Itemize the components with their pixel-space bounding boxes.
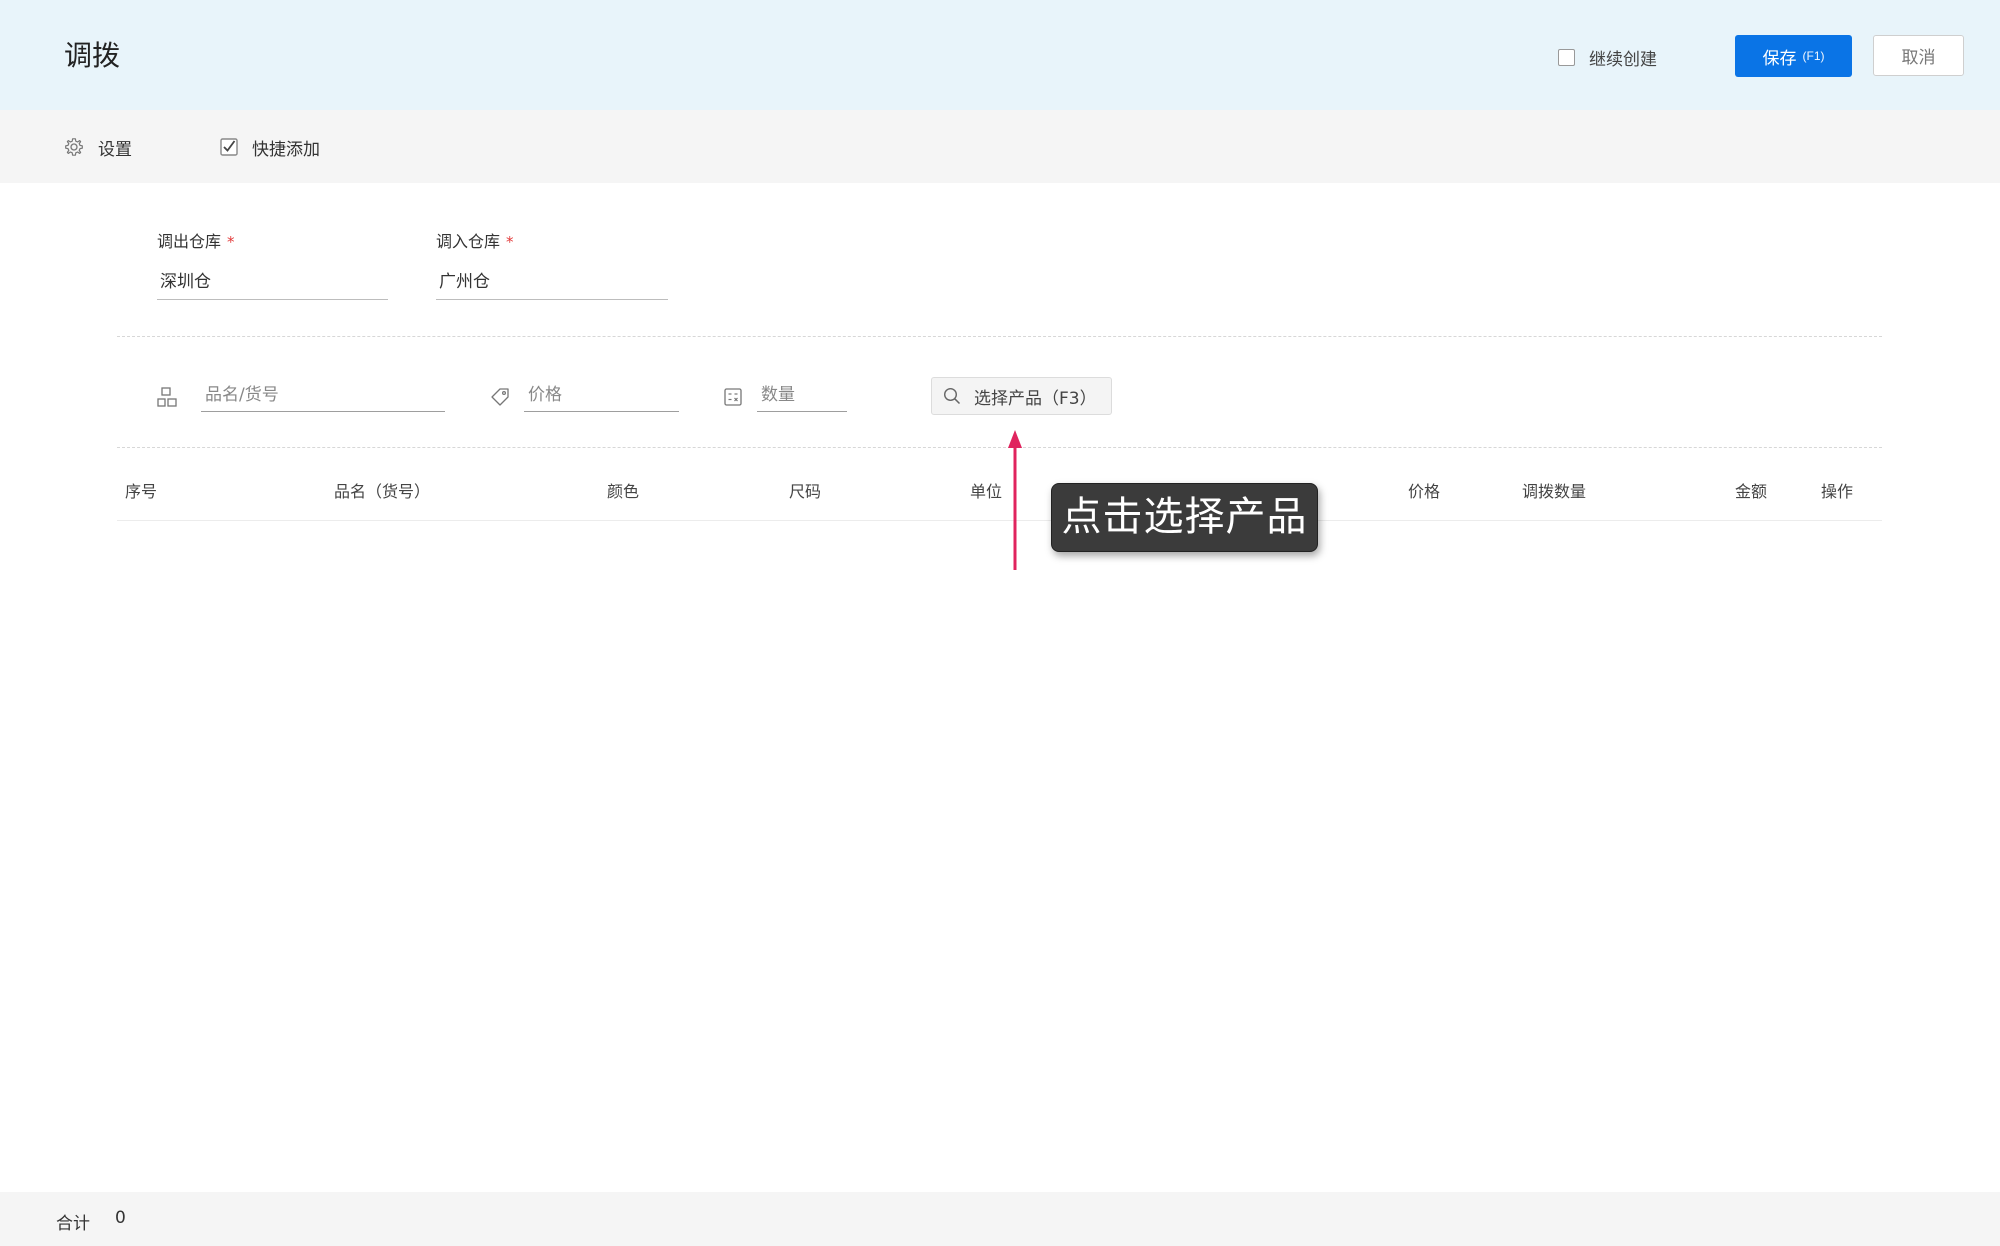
continue-create-toggle[interactable]: 继续创建: [1558, 44, 1657, 70]
column-header: 价格: [1408, 482, 1441, 501]
total-label: 合计: [56, 1214, 90, 1234]
total-value: 0: [115, 1208, 126, 1228]
column-header: 颜色: [607, 482, 640, 501]
column-header: 调拨数量: [1522, 482, 1587, 501]
select-product-label: 选择产品（F3）: [974, 388, 1097, 409]
quantity-input[interactable]: [757, 378, 847, 412]
column-header: 操作: [1821, 482, 1854, 501]
column-header: 品名（货号）: [334, 482, 431, 501]
transfer-page: 调拨 继续创建 保存 (F1) 取消 设置 快捷添加 调出仓库 * 深圳仓 调入…: [0, 0, 2000, 1246]
cancel-button[interactable]: 取消: [1873, 35, 1964, 76]
section-divider: [117, 336, 1882, 337]
price-input[interactable]: [524, 378, 679, 412]
required-mark: *: [227, 233, 235, 251]
footer-summary: 合计 0: [0, 1192, 2000, 1246]
from-warehouse-field[interactable]: 深圳仓: [157, 264, 388, 300]
save-shortcut: (F1): [1802, 49, 1825, 63]
column-header: 序号: [125, 482, 158, 501]
gear-icon: [65, 138, 83, 156]
annotation-arrow: [1008, 430, 1022, 570]
annotation-tooltip: 点击选择产品: [1051, 483, 1318, 552]
product-grid-icon: [157, 387, 177, 407]
to-warehouse-field[interactable]: 广州仓: [436, 264, 668, 300]
select-product-button[interactable]: 选择产品（F3）: [931, 377, 1112, 415]
to-warehouse-label-text: 调入仓库: [436, 232, 501, 251]
search-icon: [943, 387, 961, 405]
cancel-button-label: 取消: [1901, 48, 1936, 68]
page-title: 调拨: [64, 39, 121, 72]
continue-create-checkbox[interactable]: [1558, 48, 1575, 66]
checked-checkbox-icon[interactable]: [220, 138, 238, 156]
to-warehouse-label: 调入仓库 *: [436, 228, 514, 252]
save-button-label: 保存: [1762, 48, 1797, 68]
page-header: 调拨 继续创建 保存 (F1) 取消: [0, 0, 2000, 110]
save-button[interactable]: 保存 (F1): [1735, 35, 1852, 77]
continue-create-label: 继续创建: [1589, 49, 1657, 70]
price-tag-icon: [491, 388, 509, 406]
quick-add-label: 快捷添加: [252, 139, 320, 160]
product-name-input[interactable]: [201, 378, 445, 412]
column-header: 单位: [970, 482, 1003, 501]
settings-button[interactable]: 设置: [64, 134, 132, 160]
from-warehouse-label-text: 调出仓库: [157, 232, 222, 251]
settings-label: 设置: [98, 139, 132, 160]
column-header: 尺码: [789, 482, 822, 501]
from-warehouse-label: 调出仓库 *: [157, 228, 235, 252]
required-mark: *: [506, 233, 514, 251]
column-header: 金额: [1735, 482, 1768, 501]
calculator-icon: [724, 388, 742, 406]
quick-add-toggle[interactable]: 快捷添加: [220, 134, 320, 160]
toolbar: 设置 快捷添加: [0, 110, 2000, 183]
